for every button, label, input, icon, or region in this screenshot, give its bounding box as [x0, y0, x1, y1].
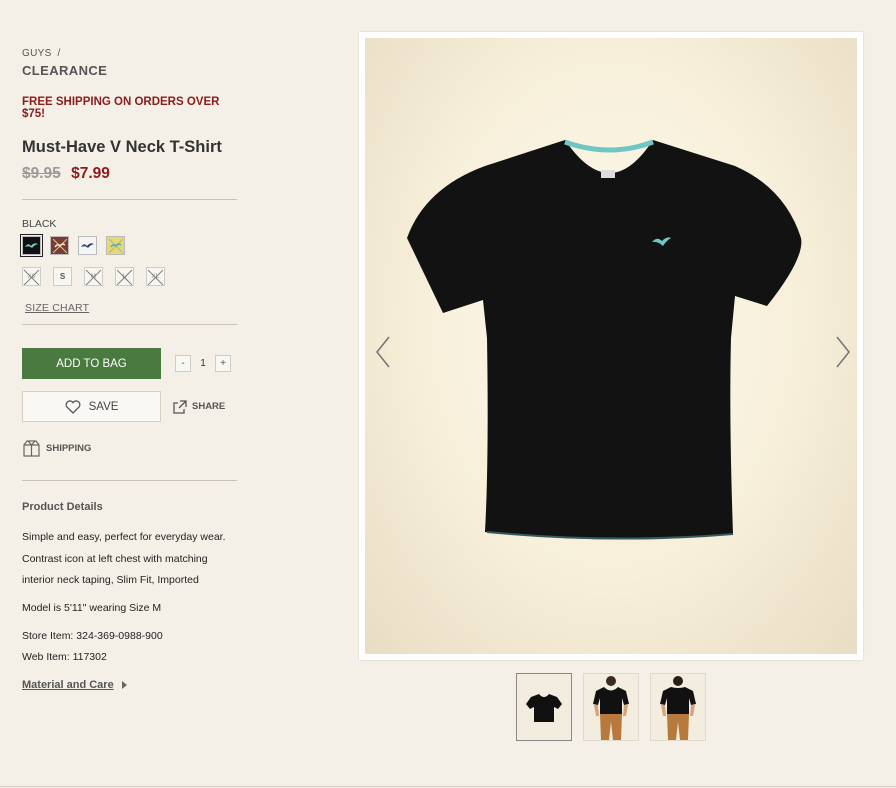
heart-icon — [65, 399, 81, 414]
tshirt-thumbnail — [526, 694, 562, 722]
web-item: Web Item: 117302 — [22, 651, 107, 663]
color-swatches — [20, 234, 237, 257]
qty-decrease-button[interactable]: - — [175, 355, 191, 372]
divider — [22, 199, 237, 200]
size-selector: XS S M L XL — [22, 267, 237, 286]
share-label: SHARE — [192, 401, 226, 412]
promo-banner: FREE SHIPPING ON ORDERS OVER $75! — [22, 96, 220, 120]
caret-right-icon — [121, 680, 127, 689]
product-info-panel: GUYS / CLEARANCE FREE SHIPPING ON ORDERS… — [20, 48, 237, 691]
package-icon — [23, 440, 40, 457]
color-swatch-yellow[interactable] — [106, 236, 125, 255]
breadcrumb-current[interactable]: CLEARANCE — [22, 63, 237, 78]
thumbnail-flat-tshirt[interactable] — [516, 673, 572, 741]
size-option-m[interactable]: M — [84, 267, 103, 286]
divider — [22, 480, 237, 481]
shipping-label: SHIPPING — [46, 443, 92, 454]
price-block: $9.95 $7.99 — [22, 165, 237, 183]
color-swatch-burgundy[interactable] — [50, 236, 69, 255]
gull-icon — [81, 243, 94, 248]
save-button[interactable]: SAVE — [22, 391, 161, 422]
thumbnail-model-back[interactable] — [650, 673, 706, 741]
store-item: Store Item: 324-369-0988-900 — [22, 629, 163, 642]
sale-price: $7.99 — [71, 165, 110, 182]
share-button[interactable]: SHARE — [173, 399, 226, 414]
color-swatch-black[interactable] — [20, 234, 43, 257]
size-option-xl[interactable]: XL — [146, 267, 165, 286]
size-chart-link[interactable]: SIZE CHART — [25, 302, 89, 314]
product-title: Must-Have V Neck T-Shirt — [22, 138, 222, 156]
qty-value[interactable]: 1 — [195, 358, 211, 369]
add-to-bag-button[interactable]: ADD TO BAG — [22, 348, 161, 379]
thumbnail-model-front[interactable] — [583, 673, 639, 741]
share-icon — [173, 399, 187, 414]
color-swatch-white[interactable] — [78, 236, 97, 255]
gull-icon — [25, 243, 38, 248]
model-back-thumbnail — [660, 676, 696, 740]
chevron-right-icon[interactable] — [833, 334, 853, 370]
item-numbers: Store Item: 324-369-0988-900 Web Item: 1… — [22, 626, 237, 669]
material-care-toggle[interactable]: Material and Care — [22, 679, 237, 691]
quantity-stepper: - 1 + — [175, 355, 231, 372]
breadcrumb-separator: / — [57, 48, 61, 59]
breadcrumb-parent[interactable]: GUYS — [22, 48, 52, 59]
footer-divider — [0, 786, 896, 787]
main-product-image — [359, 32, 863, 660]
qty-increase-button[interactable]: + — [215, 355, 231, 372]
size-option-l[interactable]: L — [115, 267, 134, 286]
chevron-left-icon[interactable] — [373, 334, 393, 370]
original-price: $9.95 — [22, 165, 61, 182]
tshirt-image — [407, 139, 802, 540]
breadcrumb: GUYS / — [22, 48, 237, 59]
product-details-heading: Product Details — [22, 501, 103, 513]
model-front-thumbnail — [593, 676, 629, 740]
save-label: SAVE — [88, 400, 119, 413]
model-info: Model is 5'11" wearing Size M — [22, 601, 162, 614]
pattern-icon — [52, 238, 67, 253]
product-description: Simple and easy, perfect for everyday we… — [22, 531, 226, 586]
size-option-xs[interactable]: XS — [22, 267, 41, 286]
divider — [22, 324, 237, 325]
size-option-s[interactable]: S — [53, 267, 72, 286]
pattern-icon — [108, 238, 123, 253]
thumbnail-strip — [516, 673, 706, 741]
selected-color-label: BLACK — [22, 218, 57, 230]
shipping-link[interactable]: SHIPPING — [22, 440, 237, 457]
